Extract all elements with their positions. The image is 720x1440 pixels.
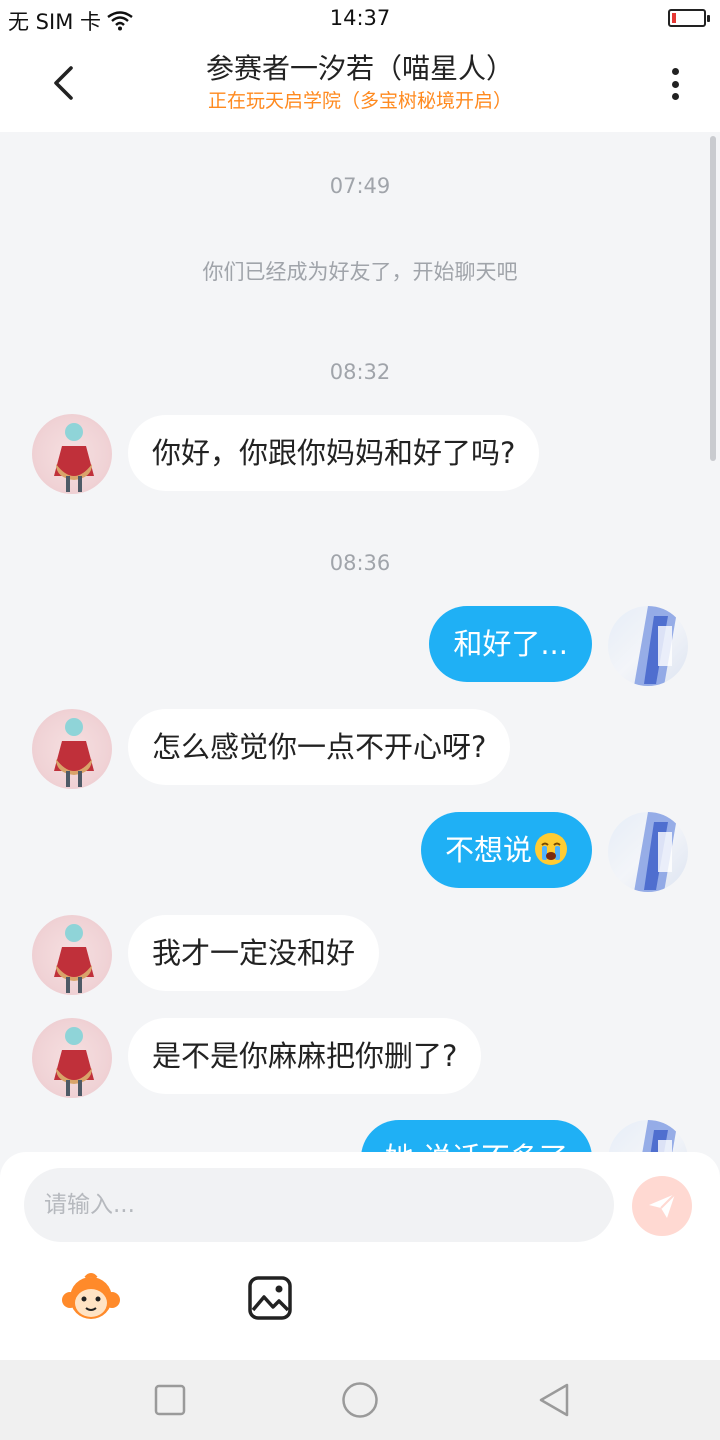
message-bubble-outgoing[interactable]: 和好了... [429,606,592,682]
image-button[interactable] [246,1274,294,1322]
character-avatar-image [54,423,94,492]
clock: 14:37 [329,6,391,30]
message-text: 不想说 [444,833,532,867]
title-block: 参赛者一汐若（喵星人） 正在玩天启学院（多宝树秘境开启） [120,50,600,114]
character-avatar-image [54,1027,94,1096]
triangle-icon [539,1383,569,1417]
monkey-emoji-icon [62,1273,120,1319]
more-button[interactable] [660,62,690,106]
contact-avatar[interactable] [32,1018,112,1098]
chevron-left-icon [54,66,73,100]
message-bubble-incoming[interactable]: 怎么感觉你一点不开心呀? [128,709,511,785]
timestamp: 07:49 [329,174,391,198]
system-nav-bar [0,1360,720,1440]
square-icon [154,1384,186,1416]
recent-apps-button[interactable] [150,1380,190,1420]
contact-avatar[interactable] [32,915,112,995]
battery-icon [668,9,710,27]
character-avatar-image [634,812,678,892]
character-avatar-image [642,1120,678,1152]
send-button[interactable] [632,1176,692,1236]
emoji-button[interactable] [60,1272,122,1322]
system-message: 你们已经成为好友了，开始聊天吧 [202,260,518,284]
nav-back-button[interactable] [534,1380,574,1420]
contact-avatar[interactable] [32,414,112,494]
image-icon [248,1276,292,1320]
message-bubble-outgoing[interactable]: 她 说话不多了 [360,1120,592,1152]
crying-emoji-icon [535,833,567,865]
more-dot [671,93,679,100]
character-avatar-image [54,718,94,787]
chat-area[interactable]: 07:49 你们已经成为好友了，开始聊天吧 08:32 你好，你跟你妈妈和好了吗… [0,132,720,1152]
home-button[interactable] [340,1380,380,1420]
message-bubble-incoming[interactable]: 我才一定没和好 [128,915,380,991]
character-avatar-image [54,924,94,993]
paper-plane-icon [649,1193,676,1218]
more-vertical-icon [671,68,679,75]
message-bubble-incoming[interactable]: 是不是你麻麻把你删了? [128,1018,482,1094]
page-title: 参赛者一汐若（喵星人） [205,52,514,85]
character-avatar-image [634,606,678,686]
my-avatar[interactable] [608,812,688,892]
more-dot [671,80,679,88]
back-button[interactable] [40,60,86,106]
input-panel [0,1152,720,1360]
chat-header: 参赛者一汐若（喵星人） 正在玩天启学院（多宝树秘境开启） [0,38,720,132]
my-avatar[interactable] [608,1120,688,1152]
timestamp: 08:36 [329,551,391,575]
my-avatar[interactable] [608,606,688,686]
status-subtitle: 正在玩天启学院（多宝树秘境开启） [207,90,512,112]
timestamp: 08:32 [329,360,391,384]
contact-avatar[interactable] [32,709,112,789]
circle-icon [342,1382,378,1418]
message-bubble-incoming[interactable]: 你好，你跟你妈妈和好了吗? [128,415,540,491]
message-bubble-outgoing[interactable]: 不想说 [420,812,592,888]
message-input[interactable] [24,1168,614,1242]
status-bar: 无 SIM 卡 14:37 [0,0,720,38]
